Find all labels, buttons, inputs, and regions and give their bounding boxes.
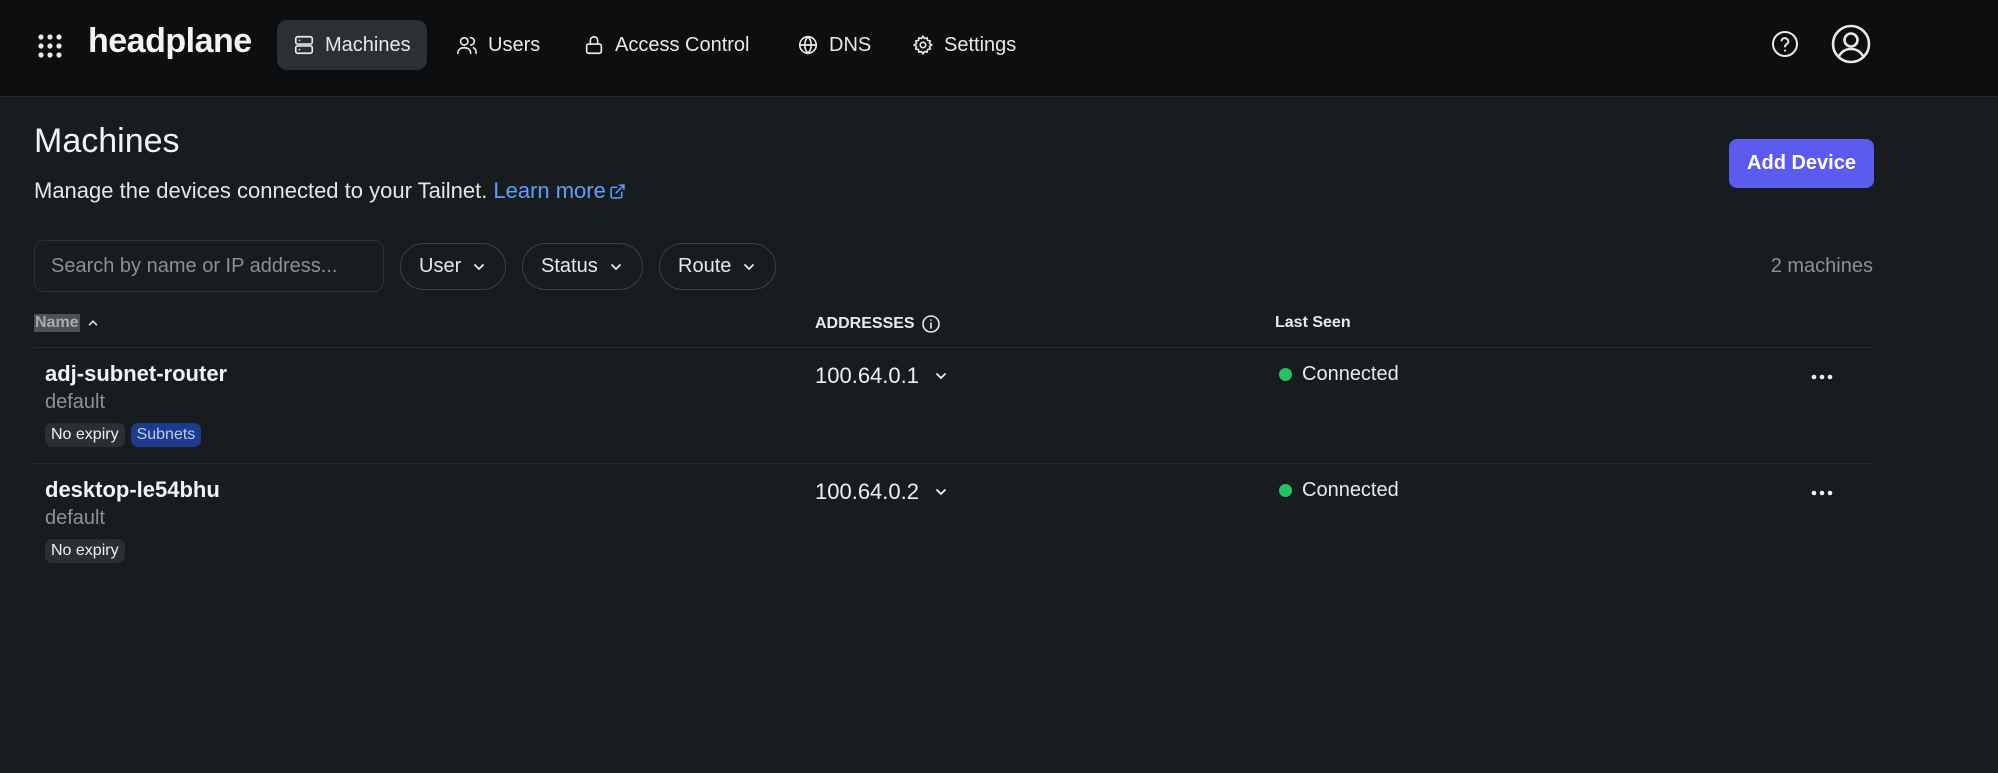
ip-address: 100.64.0.1 [815, 363, 919, 388]
no-expiry-tag: No expiry [45, 423, 125, 447]
column-label: Name [34, 314, 80, 332]
column-label: Last Seen [1275, 314, 1351, 331]
subnets-tag: Subnets [130, 423, 202, 447]
address-dropdown[interactable]: 100.64.0.1 [815, 363, 949, 389]
nav-item-label: Settings [944, 33, 1017, 56]
chevron-up-icon [88, 320, 97, 326]
learn-more-label: Learn more [493, 178, 606, 203]
online-status-dot [1279, 368, 1292, 381]
machine-count: 2 machines [1770, 255, 1873, 277]
chevron-down-icon [936, 489, 946, 496]
filter-label: User [419, 255, 462, 277]
machine-tags: No expiry Subnets [45, 423, 202, 447]
ip-address: 100.64.0.2 [815, 479, 919, 504]
no-expiry-tag: No expiry [45, 539, 125, 563]
column-header-addresses: ADDRESSES [815, 314, 941, 334]
nav-item-label: Access Control [615, 33, 750, 56]
machine-name[interactable]: adj-subnet-router [45, 361, 227, 387]
nav-item-settings[interactable]: Settings [896, 20, 1032, 70]
globe-icon [798, 35, 818, 55]
status-filter-dropdown[interactable]: Status [522, 243, 643, 290]
column-label: ADDRESSES [815, 315, 915, 332]
nav-item-dns[interactable]: DNS [781, 20, 887, 70]
page-description: Manage the devices connected to your Tai… [34, 178, 626, 204]
nav-item-users[interactable]: Users [440, 20, 556, 70]
online-status-dot [1279, 484, 1292, 497]
column-header-last-seen: Last Seen [1275, 314, 1351, 332]
nav-item-label: DNS [829, 33, 872, 56]
machine-name[interactable]: desktop-le54bhu [45, 477, 220, 503]
status-label: Connected [1302, 479, 1399, 501]
column-header-name[interactable]: Name [34, 314, 100, 332]
users-icon [457, 36, 477, 55]
info-icon[interactable] [921, 314, 941, 334]
nav-item-label: Users [488, 33, 541, 56]
search-input[interactable] [34, 240, 384, 292]
nav-item-label: Machines [325, 33, 411, 56]
gear-icon [912, 34, 934, 56]
more-options-icon[interactable] [1808, 479, 1836, 507]
filter-label: Status [541, 255, 598, 277]
more-options-icon[interactable] [1808, 363, 1836, 391]
divider [34, 463, 1874, 464]
user-filter-dropdown[interactable]: User [400, 243, 507, 290]
status-label: Connected [1302, 363, 1399, 385]
divider [34, 347, 1874, 348]
add-device-button[interactable]: Add Device [1729, 139, 1874, 188]
machine-user: default [45, 507, 106, 529]
connection-status: Connected [1279, 363, 1399, 386]
page-title: Machines [34, 122, 180, 160]
chevron-down-icon [610, 263, 621, 270]
filter-label: Route [678, 255, 732, 277]
apps-grid-icon[interactable] [36, 32, 64, 60]
machine-user: default [45, 391, 106, 413]
route-filter-dropdown[interactable]: Route [659, 243, 777, 290]
lock-icon [585, 35, 603, 55]
help-icon[interactable] [1770, 29, 1800, 59]
machine-tags: No expiry [45, 539, 125, 563]
server-icon [294, 35, 314, 55]
top-navigation: headplane Machines Users Access Control … [0, 0, 1998, 97]
user-account-icon[interactable] [1830, 23, 1872, 65]
nav-item-access-control[interactable]: Access Control [567, 20, 766, 70]
learn-more-link[interactable]: Learn more [493, 178, 626, 204]
external-link-icon [610, 183, 625, 199]
description-text: Manage the devices connected to your Tai… [34, 178, 488, 203]
brand-logo[interactable]: headplane [88, 22, 252, 61]
chevron-down-icon [936, 373, 946, 380]
nav-item-machines[interactable]: Machines [277, 20, 427, 70]
connection-status: Connected [1279, 479, 1399, 502]
chevron-down-icon [744, 263, 755, 270]
chevron-down-icon [474, 263, 485, 270]
address-dropdown[interactable]: 100.64.0.2 [815, 479, 949, 505]
